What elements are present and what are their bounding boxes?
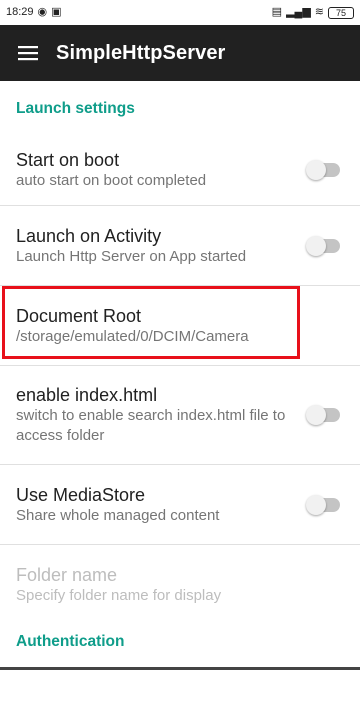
- pref-title: Start on boot: [16, 150, 120, 170]
- pref-enable-index-html[interactable]: enable index.html switch to enable searc…: [0, 366, 360, 465]
- pref-text: Launch on Activity Launch Http Server on…: [16, 225, 246, 267]
- bottom-divider: [0, 667, 360, 670]
- status-time: 18:29: [6, 6, 34, 18]
- screen-record-icon: ◉: [37, 6, 48, 18]
- pref-title: Folder name: [16, 565, 118, 585]
- notification-icon: ▣: [51, 6, 62, 18]
- app-bar: SimpleHttpServer: [0, 25, 360, 81]
- pref-title: enable index.html: [16, 385, 158, 405]
- switch-thumb: [306, 405, 326, 425]
- settings-list: Launch settings Start on boot auto start…: [0, 81, 360, 671]
- pref-title: Launch on Activity: [16, 225, 162, 246]
- enable-index-html-switch[interactable]: [306, 404, 342, 426]
- pref-launch-on-activity[interactable]: Launch on Activity Launch Http Server on…: [0, 206, 360, 286]
- pref-summary: Specify folder name for display: [16, 587, 222, 604]
- pref-summary: Launch Http Server on App started: [16, 247, 247, 265]
- pref-use-mediastore[interactable]: Use MediaStore Share whole managed conte…: [0, 465, 360, 545]
- pref-title: Document Root: [16, 305, 142, 326]
- hamburger-menu-icon[interactable]: [0, 25, 56, 81]
- pref-summary: /storage/emulated/0/DCIM/Camera: [16, 327, 249, 345]
- switch-thumb: [306, 235, 326, 256]
- pref-document-root[interactable]: Document Root /storage/emulated/0/DCIM/C…: [0, 286, 360, 366]
- pref-folder-name: Folder name Specify folder name for disp…: [0, 545, 360, 625]
- status-right: ▤ ▂▄▆ ≋ 75: [271, 6, 354, 19]
- battery-icon: 75: [328, 6, 354, 19]
- wifi-icon: ≋: [314, 6, 324, 18]
- pref-summary: auto start on boot completed: [16, 172, 207, 189]
- use-mediastore-switch[interactable]: [306, 494, 342, 516]
- app-title: SimpleHttpServer: [56, 41, 226, 64]
- pref-text: enable index.html switch to enable searc…: [16, 384, 286, 446]
- status-left: 18:29 ◉ ▣: [6, 7, 62, 18]
- section-header-authentication: Authentication: [16, 633, 125, 650]
- pref-text: Use MediaStore Share whole managed conte…: [16, 484, 219, 526]
- sim-icon: ▤: [271, 6, 283, 18]
- signal-icon: ▂▄▆: [286, 6, 311, 18]
- start-on-boot-switch[interactable]: [306, 159, 342, 181]
- pref-text: Document Root /storage/emulated/0/DCIM/C…: [16, 305, 249, 347]
- pref-text: Folder name Specify folder name for disp…: [16, 564, 221, 606]
- pref-start-on-boot[interactable]: Start on boot auto start on boot complet…: [0, 135, 360, 206]
- switch-thumb: [306, 160, 326, 180]
- pref-summary: Share whole managed content: [16, 506, 220, 524]
- pref-title: Use MediaStore: [16, 484, 146, 505]
- launch-on-activity-switch[interactable]: [306, 235, 342, 257]
- switch-thumb: [306, 494, 326, 515]
- pref-text: Start on boot auto start on boot complet…: [16, 149, 206, 191]
- section-header-launch-settings: Launch settings: [16, 100, 135, 117]
- pref-summary: switch to enable search index.html file …: [16, 407, 286, 444]
- status-bar: 18:29 ◉ ▣ ▤ ▂▄▆ ≋ 75: [0, 0, 360, 25]
